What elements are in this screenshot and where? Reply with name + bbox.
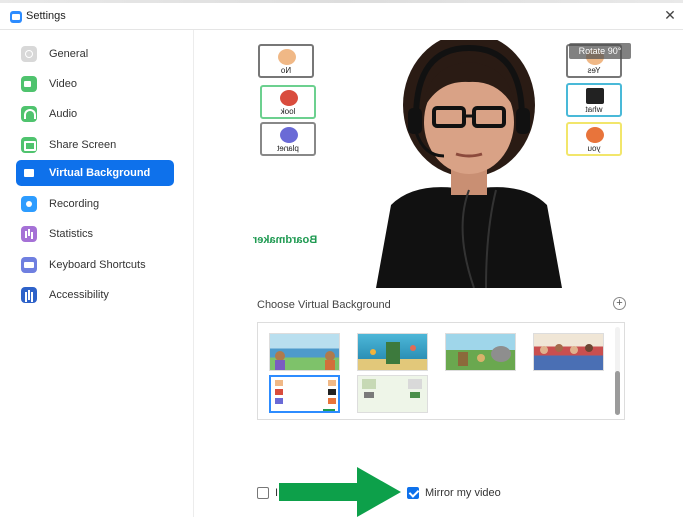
sidebar-item-label: Keyboard Shortcuts (49, 259, 146, 271)
record-icon (21, 196, 37, 212)
mirror-video-option: Mirror my video (407, 487, 501, 499)
background-thumbnail-classroom[interactable] (357, 375, 428, 413)
title-bar: Settings ✕ (0, 0, 683, 30)
symbol-card: No (258, 44, 314, 78)
choose-background-heading: Choose Virtual Background (257, 299, 391, 311)
bar-chart-icon (21, 226, 37, 242)
symbol-card: planet (260, 122, 316, 156)
background-thumbnail-board[interactable] (269, 375, 340, 413)
keyboard-icon (21, 257, 37, 273)
sidebar-item-video[interactable]: Video (16, 71, 174, 97)
background-thumbnail-underwater[interactable] (357, 333, 428, 371)
close-icon[interactable]: ✕ (662, 7, 678, 23)
accessibility-icon (21, 287, 37, 303)
sidebar-item-keyboard-shortcuts[interactable]: Keyboard Shortcuts (16, 252, 174, 278)
sidebar-item-label: Statistics (49, 228, 94, 240)
left-checkbox[interactable] (257, 487, 269, 499)
mirror-video-checkbox[interactable] (407, 487, 419, 499)
virtual-background-panel: No look planet Yes what you Boardmaker R… (195, 30, 683, 517)
sidebar-item-virtual-background[interactable]: Virtual Background (16, 160, 174, 186)
settings-sidebar: General Video Audio Share Screen Virtual… (0, 30, 194, 517)
sidebar-item-label: Recording (49, 198, 100, 210)
background-thumbnail-savanna[interactable] (445, 333, 516, 371)
webcam-person (376, 40, 562, 288)
sidebar-item-label: Audio (49, 108, 78, 120)
sidebar-item-label: Accessibility (49, 289, 109, 301)
window-title: Settings (26, 10, 66, 22)
planet-symbol-icon (280, 127, 298, 143)
sidebar-item-accessibility[interactable]: Accessibility (16, 282, 174, 308)
classroom-slide-icon (362, 379, 422, 398)
symbol-card: look (260, 85, 316, 119)
sidebar-item-label: Video (49, 78, 77, 90)
background-thumbnail-crowd[interactable] (533, 333, 604, 371)
background-thumbnail-lake[interactable] (269, 333, 340, 371)
gallery-scrollbar-thumb[interactable] (615, 371, 620, 415)
card-label: look (280, 107, 296, 116)
video-camera-icon (21, 76, 37, 92)
person-symbol-icon (280, 90, 298, 106)
rotate-button[interactable]: Rotate 90° (569, 43, 631, 59)
face-symbol-icon (278, 49, 296, 65)
savanna-scene-icon (458, 346, 511, 366)
video-preview: No look planet Yes what you Boardmaker R… (248, 40, 632, 288)
sidebar-item-audio[interactable]: Audio (16, 101, 174, 127)
share-screen-icon (21, 137, 37, 153)
sidebar-item-share-screen[interactable]: Share Screen (16, 132, 174, 158)
window-top-edge (0, 0, 683, 3)
gallery-scrollbar[interactable] (615, 327, 620, 415)
green-arrow-annotation (279, 467, 401, 517)
virtual-background-icon (21, 165, 37, 181)
card-label: planet (277, 144, 299, 153)
mirror-video-label: Mirror my video (425, 487, 501, 499)
sidebar-item-label: Share Screen (49, 139, 117, 151)
sidebar-item-general[interactable]: General (16, 41, 174, 67)
sidebar-item-label: General (49, 48, 89, 60)
card-label: No (280, 66, 292, 75)
gear-icon (21, 46, 37, 62)
sidebar-item-statistics[interactable]: Statistics (16, 221, 174, 247)
left-option: I (257, 487, 278, 499)
boardmaker-watermark: Boardmaker (253, 234, 318, 246)
zoom-app-icon (10, 11, 22, 23)
crowd-scene-icon (540, 344, 593, 354)
lake-scene-icon (275, 351, 335, 370)
board-slide-icon (275, 380, 336, 411)
headphones-icon (21, 106, 37, 122)
sidebar-item-recording[interactable]: Recording (16, 191, 174, 217)
sidebar-item-label: Virtual Background (49, 167, 151, 179)
left-checkbox-label: I (275, 487, 279, 499)
add-background-button[interactable]: + (613, 297, 626, 310)
underwater-scene-icon (370, 342, 416, 364)
background-gallery (257, 322, 625, 420)
